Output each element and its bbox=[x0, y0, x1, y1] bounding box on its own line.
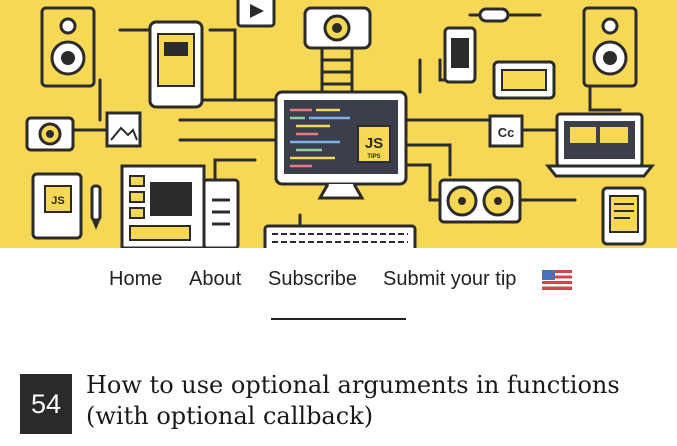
server-rack-icon bbox=[120, 164, 206, 248]
speaker-right-icon bbox=[582, 6, 638, 88]
laptop-icon bbox=[544, 112, 656, 178]
tablet-icon bbox=[148, 20, 204, 109]
post-number-badge: 54 bbox=[20, 374, 72, 434]
post-header: 54 How to use optional arguments in func… bbox=[0, 362, 677, 446]
ereader-icon bbox=[601, 186, 647, 246]
hero-illustration: JS TIPS Cc JS bbox=[25, 0, 656, 248]
post-title[interactable]: How to use optional arguments in functio… bbox=[86, 370, 666, 432]
post-title-line-2: (with optional callback) bbox=[86, 402, 374, 430]
post-title-line-1: How to use optional arguments in functio… bbox=[86, 371, 620, 399]
landscape-phone-icon bbox=[492, 60, 556, 100]
fan-unit-icon bbox=[438, 178, 522, 224]
drive-icon bbox=[202, 178, 240, 248]
us-flag-icon[interactable] bbox=[542, 270, 572, 290]
main-nav: Home About Subscribe Submit your tip bbox=[0, 248, 677, 328]
speaker-left-icon bbox=[40, 6, 96, 88]
hero-banner: JS TIPS Cc JS bbox=[0, 0, 677, 248]
nav-home-link[interactable]: Home bbox=[109, 268, 162, 291]
hero-tips-badge: TIPS bbox=[367, 154, 380, 160]
webcam-icon bbox=[303, 6, 372, 94]
pen-icon bbox=[90, 184, 102, 230]
hero-cc-label: Cc bbox=[498, 125, 515, 140]
nav-active-underline bbox=[271, 318, 406, 320]
nav-about-link[interactable]: About bbox=[189, 268, 241, 291]
phone-icon bbox=[443, 26, 477, 84]
monitor-icon bbox=[274, 90, 408, 200]
camera-icon bbox=[25, 116, 75, 152]
keyboard-icon bbox=[263, 224, 417, 248]
image-icon bbox=[105, 111, 142, 148]
hero-js-badge: JS bbox=[365, 135, 383, 152]
hero-notebook-js: JS bbox=[51, 195, 64, 207]
slider-icon bbox=[478, 7, 510, 23]
nav-subscribe-link[interactable]: Subscribe bbox=[268, 268, 357, 291]
video-play-icon bbox=[236, 0, 276, 28]
nav-submit-tip-link[interactable]: Submit your tip bbox=[383, 268, 516, 291]
